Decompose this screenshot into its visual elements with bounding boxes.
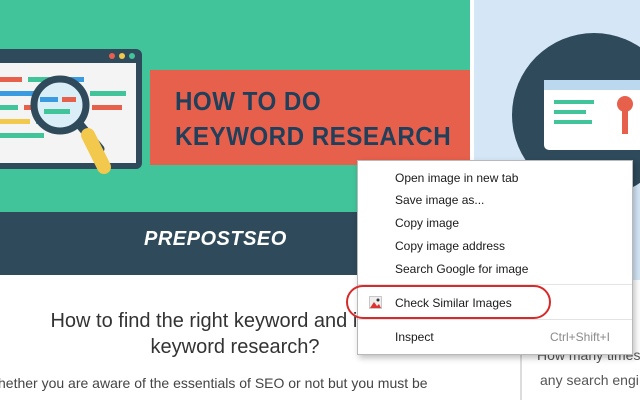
menu-item-label: Copy image address: [395, 239, 506, 253]
menu-item-copy-image-address[interactable]: Copy image address: [358, 235, 632, 257]
menu-item-open-image-new-tab[interactable]: Open image in new tab: [358, 167, 632, 189]
menu-item-inspect[interactable]: Inspect Ctrl+Shift+I: [358, 326, 632, 348]
divider: [520, 355, 522, 400]
menu-item-label: Search Google for image: [395, 262, 529, 276]
browser-magnifier-illustration: [0, 49, 142, 174]
menu-item-save-image-as[interactable]: Save image as...: [358, 189, 632, 211]
menu-item-shortcut: Ctrl+Shift+I: [549, 330, 610, 344]
brand-logo: PREPOSTSEO: [144, 228, 287, 250]
highlight-annotation-oval: [346, 285, 551, 319]
right-article-excerpt-line2: any search engi: [540, 372, 639, 388]
menu-item-search-google-for-image[interactable]: Search Google for image: [358, 258, 632, 280]
menu-item-label: Inspect: [395, 330, 434, 344]
banner-headline-line2: KEYWORD RESEARCH: [175, 121, 452, 151]
menu-separator: [358, 319, 632, 320]
context-menu: Open image in new tab Save image as... C…: [357, 160, 633, 355]
menu-item-copy-image[interactable]: Copy image: [358, 212, 632, 234]
menu-item-label: Copy image: [395, 216, 460, 230]
menu-item-label: Open image in new tab: [395, 171, 519, 185]
article-excerpt: hether you are aware of the essentials o…: [0, 375, 428, 391]
menu-item-label: Save image as...: [395, 193, 485, 207]
banner-headline-line1: HOW TO DO: [175, 86, 322, 116]
